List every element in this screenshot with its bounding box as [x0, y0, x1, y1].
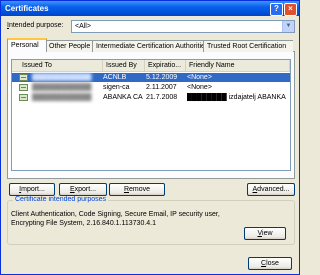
- certificate-icon: [19, 74, 28, 81]
- column-expiration[interactable]: Expiratio...: [145, 60, 186, 71]
- column-issued-by[interactable]: Issued By: [103, 60, 145, 71]
- certificate-icon: [19, 84, 28, 91]
- friendly-name-cell: <None>: [187, 84, 212, 91]
- title-bar[interactable]: Certificates ? ×: [1, 1, 299, 16]
- table-row[interactable]: ████████████ sigen-ca 2.11.2007 <None>: [12, 83, 290, 92]
- close-window-button[interactable]: ×: [284, 3, 297, 16]
- close-button[interactable]: Close: [248, 257, 292, 270]
- list-header: Issued To Issued By Expiratio... Friendl…: [12, 60, 290, 72]
- friendly-name-cell: ████████ izdajatelj ABANKA: [187, 94, 286, 101]
- import-button[interactable]: Import...: [9, 183, 55, 196]
- remove-button[interactable]: Remove: [109, 183, 165, 196]
- expiration-cell: 2.11.2007: [146, 84, 177, 91]
- issued-to-cell: ████████████: [32, 84, 92, 91]
- table-row[interactable]: ████████████ ABANKA CA 21.7.2008 ███████…: [12, 93, 290, 102]
- issued-by-cell: ABANKA CA: [103, 94, 143, 101]
- intended-purpose-label: Intended purpose:: [7, 22, 64, 29]
- certificates-window: Certificates ? × Intended purpose: <All>…: [0, 0, 300, 275]
- advanced-button[interactable]: Advanced...: [247, 183, 295, 196]
- tab-strip: Personal Other People Intermediate Certi…: [7, 38, 293, 52]
- certificate-icon: [19, 94, 28, 101]
- help-button[interactable]: ?: [270, 3, 283, 16]
- view-button[interactable]: View: [244, 227, 286, 240]
- chevron-down-icon[interactable]: ▼: [282, 21, 294, 32]
- export-button[interactable]: Export...: [59, 183, 107, 196]
- column-friendly-name[interactable]: Friendly Name: [186, 60, 290, 71]
- table-row[interactable]: ████████████ ACNLB 5.12.2009 <None>: [12, 73, 290, 82]
- expiration-cell: 21.7.2008: [146, 94, 178, 101]
- intended-purposes-text: Client Authentication, Code Signing, Sec…: [11, 211, 220, 227]
- issued-to-cell: ████████████: [32, 74, 92, 81]
- issued-to-cell: ████████████: [32, 94, 92, 101]
- intended-purpose-dropdown[interactable]: <All> ▼: [71, 20, 295, 33]
- certificate-list[interactable]: Issued To Issued By Expiratio... Friendl…: [11, 59, 291, 171]
- tab-intermediate-ca[interactable]: Intermediate Certification Authorities: [92, 40, 205, 52]
- column-issued-to[interactable]: Issued To: [12, 60, 103, 71]
- tab-other-people[interactable]: Other People: [45, 40, 94, 52]
- issued-by-cell: sigen-ca: [103, 84, 130, 91]
- friendly-name-cell: <None>: [187, 74, 212, 81]
- expiration-cell: 5.12.2009: [146, 74, 178, 81]
- intended-purposes-label: Certificate intended purposes: [13, 196, 109, 203]
- tab-personal[interactable]: Personal: [7, 38, 47, 52]
- intended-purpose-value: <All>: [75, 23, 91, 30]
- window-title: Certificates: [5, 4, 49, 13]
- issued-by-cell: ACNLB: [103, 74, 127, 81]
- tab-trusted-root[interactable]: Trusted Root Certification: [203, 40, 293, 52]
